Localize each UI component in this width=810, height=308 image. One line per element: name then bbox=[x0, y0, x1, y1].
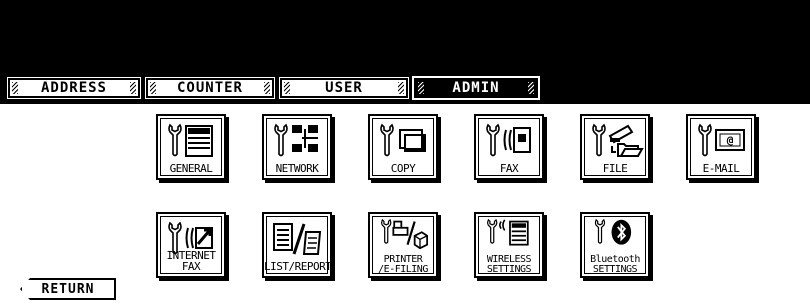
tile-label: INTERNET FAX bbox=[166, 249, 216, 273]
return-label: RETURN bbox=[41, 281, 95, 297]
tile-label: Bluetooth SETTINGS bbox=[582, 255, 648, 275]
email-button[interactable]: @ E-MAIL bbox=[686, 114, 756, 180]
tile-label: PRINTER /E-FILING bbox=[370, 255, 436, 275]
tab-hatch-left bbox=[150, 82, 156, 94]
tile-label-line2: SETTINGS bbox=[592, 264, 638, 275]
tab-user[interactable]: USER bbox=[279, 77, 409, 99]
fax-button[interactable]: FAX bbox=[474, 114, 544, 180]
wireless-settings-icon bbox=[487, 219, 529, 246]
return-button[interactable]: RETURN bbox=[20, 278, 116, 300]
list-report-icon bbox=[273, 223, 322, 255]
tab-address[interactable]: ADDRESS bbox=[7, 77, 141, 99]
tab-counter[interactable]: COUNTER bbox=[145, 77, 275, 99]
tile-label: GENERAL bbox=[169, 162, 213, 175]
tab-hatch-right bbox=[130, 82, 136, 94]
tab-hatch-left bbox=[418, 82, 424, 94]
tab-label: COUNTER bbox=[176, 80, 243, 96]
tile-label: NETWORK bbox=[275, 162, 319, 175]
tile-label: WIRELESS SETTINGS bbox=[476, 255, 542, 275]
tile-label: LIST/REPORT bbox=[264, 260, 332, 273]
printer-efiling-button[interactable]: PRINTER /E-FILING bbox=[368, 212, 438, 278]
tab-admin[interactable]: ADMIN bbox=[412, 76, 540, 100]
internet-fax-button[interactable]: INTERNET FAX bbox=[156, 212, 226, 278]
file-button[interactable]: FILE bbox=[580, 114, 650, 180]
tile-label-line2: SETTINGS bbox=[486, 264, 532, 275]
tab-label: ADDRESS bbox=[40, 80, 107, 96]
tab-hatch-right bbox=[398, 82, 404, 94]
tile-label-line2: /E-FILING bbox=[378, 264, 428, 275]
general-settings-icon bbox=[168, 124, 213, 157]
status-area bbox=[0, 0, 810, 72]
general-button[interactable]: GENERAL bbox=[156, 114, 226, 180]
tab-hatch-left bbox=[12, 82, 18, 94]
svg-text:@: @ bbox=[727, 134, 734, 147]
bluetooth-settings-icon bbox=[594, 219, 632, 245]
tab-hatch-left bbox=[284, 82, 290, 94]
copy-settings-icon bbox=[380, 124, 426, 157]
tile-label: COPY bbox=[390, 162, 416, 175]
tile-label: FILE bbox=[602, 162, 628, 175]
fax-settings-icon bbox=[486, 124, 531, 157]
tab-hatch-right bbox=[528, 82, 534, 94]
printer-efiling-settings-icon bbox=[381, 219, 428, 250]
tile-label: FAX bbox=[499, 162, 519, 175]
tab-label: ADMIN bbox=[452, 80, 500, 96]
file-settings-icon bbox=[592, 124, 644, 157]
list-report-button[interactable]: LIST/REPORT bbox=[262, 212, 332, 278]
bluetooth-settings-button[interactable]: Bluetooth SETTINGS bbox=[580, 212, 650, 278]
wireless-settings-button[interactable]: WIRELESS SETTINGS bbox=[474, 212, 544, 278]
tile-label: E-MAIL bbox=[702, 162, 740, 175]
network-button[interactable]: NETWORK bbox=[262, 114, 332, 180]
tab-label: USER bbox=[325, 80, 363, 96]
network-settings-icon bbox=[274, 124, 318, 157]
email-settings-icon: @ bbox=[698, 124, 745, 157]
copy-button[interactable]: COPY bbox=[368, 114, 438, 180]
tab-hatch-right bbox=[264, 82, 270, 94]
